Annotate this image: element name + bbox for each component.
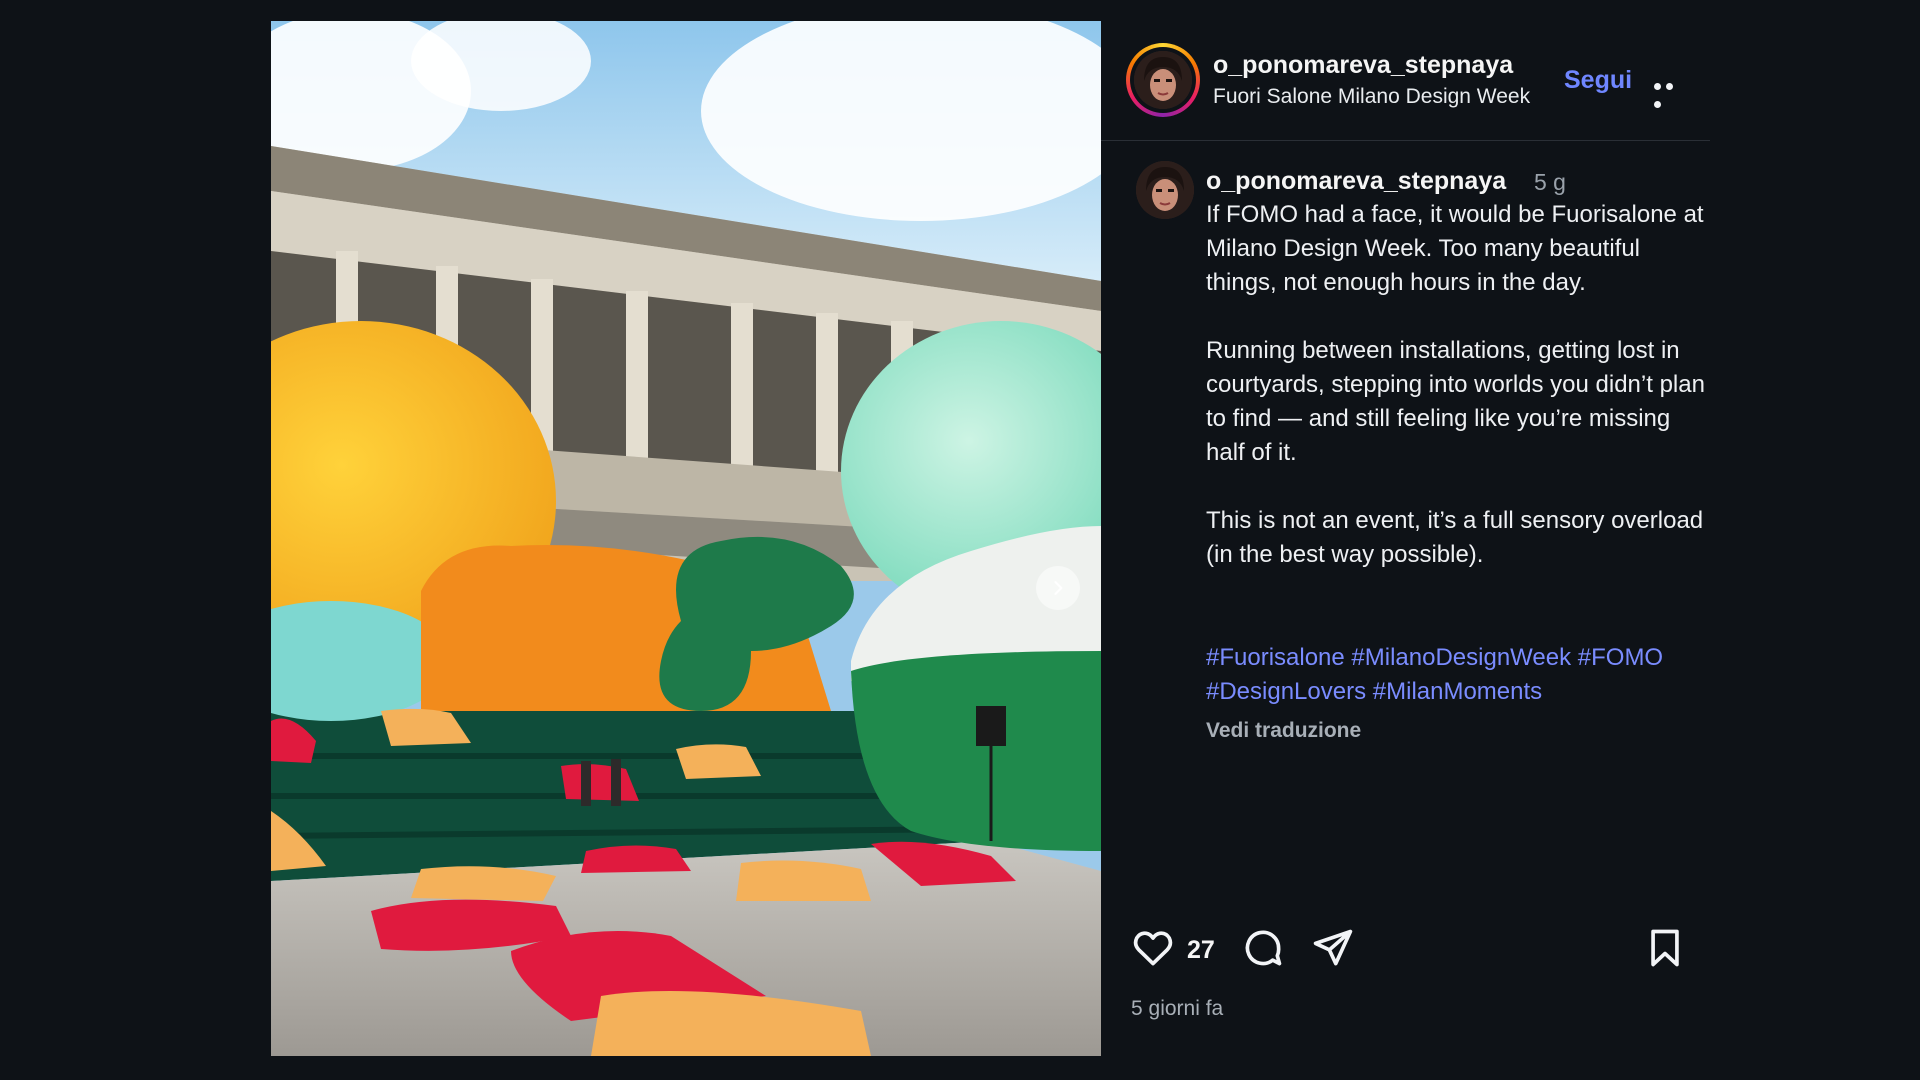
share-button[interactable]: [1311, 926, 1355, 975]
post-sidebar: o_ponomareva_stepnaya Fuori Salone Milan…: [1101, 21, 1710, 1056]
caption-paragraph: Running between installations, getting l…: [1206, 337, 1705, 466]
hashtag-link[interactable]: #MilanMoments: [1373, 678, 1542, 705]
next-image-button[interactable]: [1036, 566, 1080, 610]
comment-button[interactable]: [1241, 926, 1285, 975]
more-horizontal-icon[interactable]: [1654, 77, 1688, 108]
caption-avatar[interactable]: [1136, 161, 1194, 219]
header-username[interactable]: o_ponomareva_stepnaya: [1213, 51, 1513, 80]
caption-username[interactable]: o_ponomareva_stepnaya: [1206, 167, 1506, 196]
heart-icon: [1133, 931, 1173, 966]
hashtag-link[interactable]: #MilanoDesignWeek: [1351, 644, 1571, 671]
bookmark-icon: [1651, 929, 1679, 967]
hashtag-list: #Fuorisalone #MilanoDesignWeek #FOMO #De…: [1206, 641, 1706, 709]
caption-paragraph: If FOMO had a face, it would be Fuorisal…: [1206, 201, 1704, 296]
hashtag-link[interactable]: #DesignLovers: [1206, 678, 1366, 705]
chevron-right-icon: [1054, 581, 1063, 595]
save-button[interactable]: [1643, 926, 1687, 975]
post-header: o_ponomareva_stepnaya Fuori Salone Milan…: [1101, 21, 1710, 141]
share-icon: [1313, 929, 1353, 966]
post-image[interactable]: [271, 21, 1101, 1056]
hashtag-link[interactable]: #FOMO: [1578, 644, 1663, 671]
caption-timestamp[interactable]: 5 g: [1534, 169, 1566, 196]
story-ring[interactable]: [1126, 43, 1200, 117]
like-button[interactable]: [1131, 926, 1175, 975]
hashtag-link[interactable]: #Fuorisalone: [1206, 644, 1345, 671]
like-count[interactable]: 27: [1187, 936, 1215, 965]
post-photo: [271, 21, 1101, 1056]
post-date[interactable]: 5 giorni fa: [1131, 997, 1223, 1021]
see-translation-link[interactable]: Vedi traduzione: [1206, 719, 1361, 743]
caption-paragraph: This is not an event, it’s a full sensor…: [1206, 507, 1704, 568]
comment-icon: [1245, 930, 1282, 966]
action-bar: 27: [1131, 926, 1691, 976]
avatar[interactable]: [1134, 51, 1192, 109]
follow-button[interactable]: Segui: [1564, 66, 1632, 95]
caption-text: If FOMO had a face, it would be Fuorisal…: [1206, 198, 1706, 606]
post-location[interactable]: Fuori Salone Milano Design Week: [1213, 85, 1530, 109]
